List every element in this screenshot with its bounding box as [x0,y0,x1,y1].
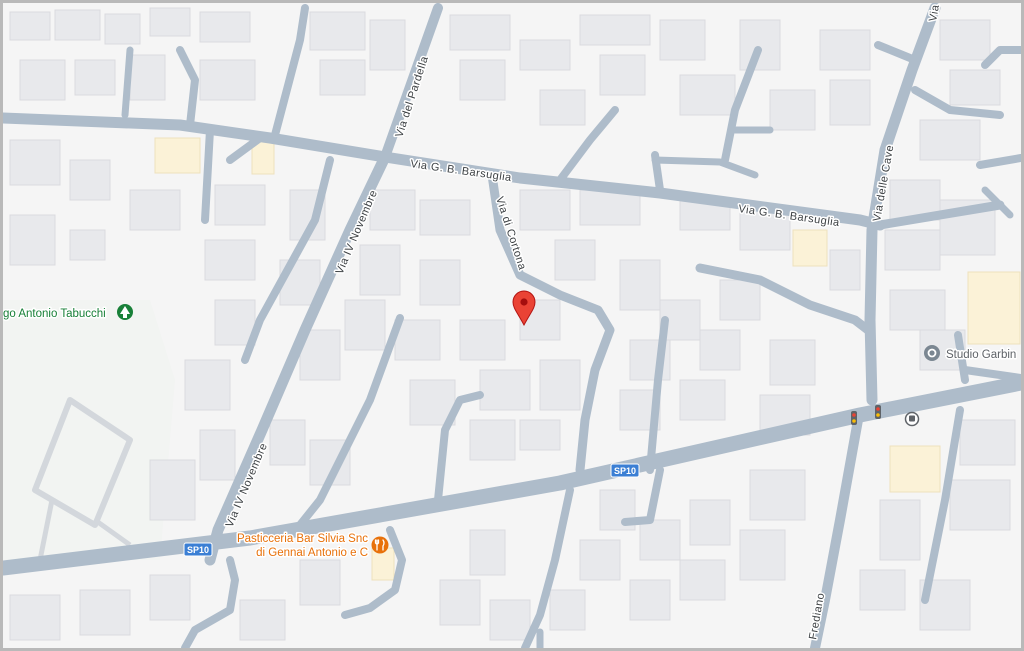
tree-icon [117,304,133,320]
poi-pastry[interactable]: Pasticceria Bar Silvia Snc di Gennai Ant… [235,532,389,561]
location-icon [924,345,940,361]
poi-pastry-label-line1: Pasticceria Bar Silvia Snc [237,533,368,545]
svg-text:SP10: SP10 [187,545,209,555]
route-shield-sp10: SP10 [610,463,640,478]
route-shield-sp10: SP10 [183,542,213,557]
traffic-light-icon [875,405,881,419]
map-view[interactable]: Via G. B. Barsuglia Via G. B. Barsuglia … [0,0,1024,651]
poi-pastry-label-line2: di Gennai Antonio e C [256,547,368,559]
restaurant-icon [371,536,389,554]
street-label-via-barsuglia: Via G. B. Barsuglia [410,158,513,184]
traffic-light-icon [851,411,857,425]
poi-studio-label: Studio Garbin [946,349,1016,361]
bus-stop-icon[interactable] [904,411,920,427]
map-canvas[interactable]: Via G. B. Barsuglia Via G. B. Barsuglia … [3,3,1021,648]
svg-text:SP10: SP10 [614,466,636,476]
park-area [3,300,175,561]
poi-park-label: go Antonio Tabucchi [3,308,106,320]
